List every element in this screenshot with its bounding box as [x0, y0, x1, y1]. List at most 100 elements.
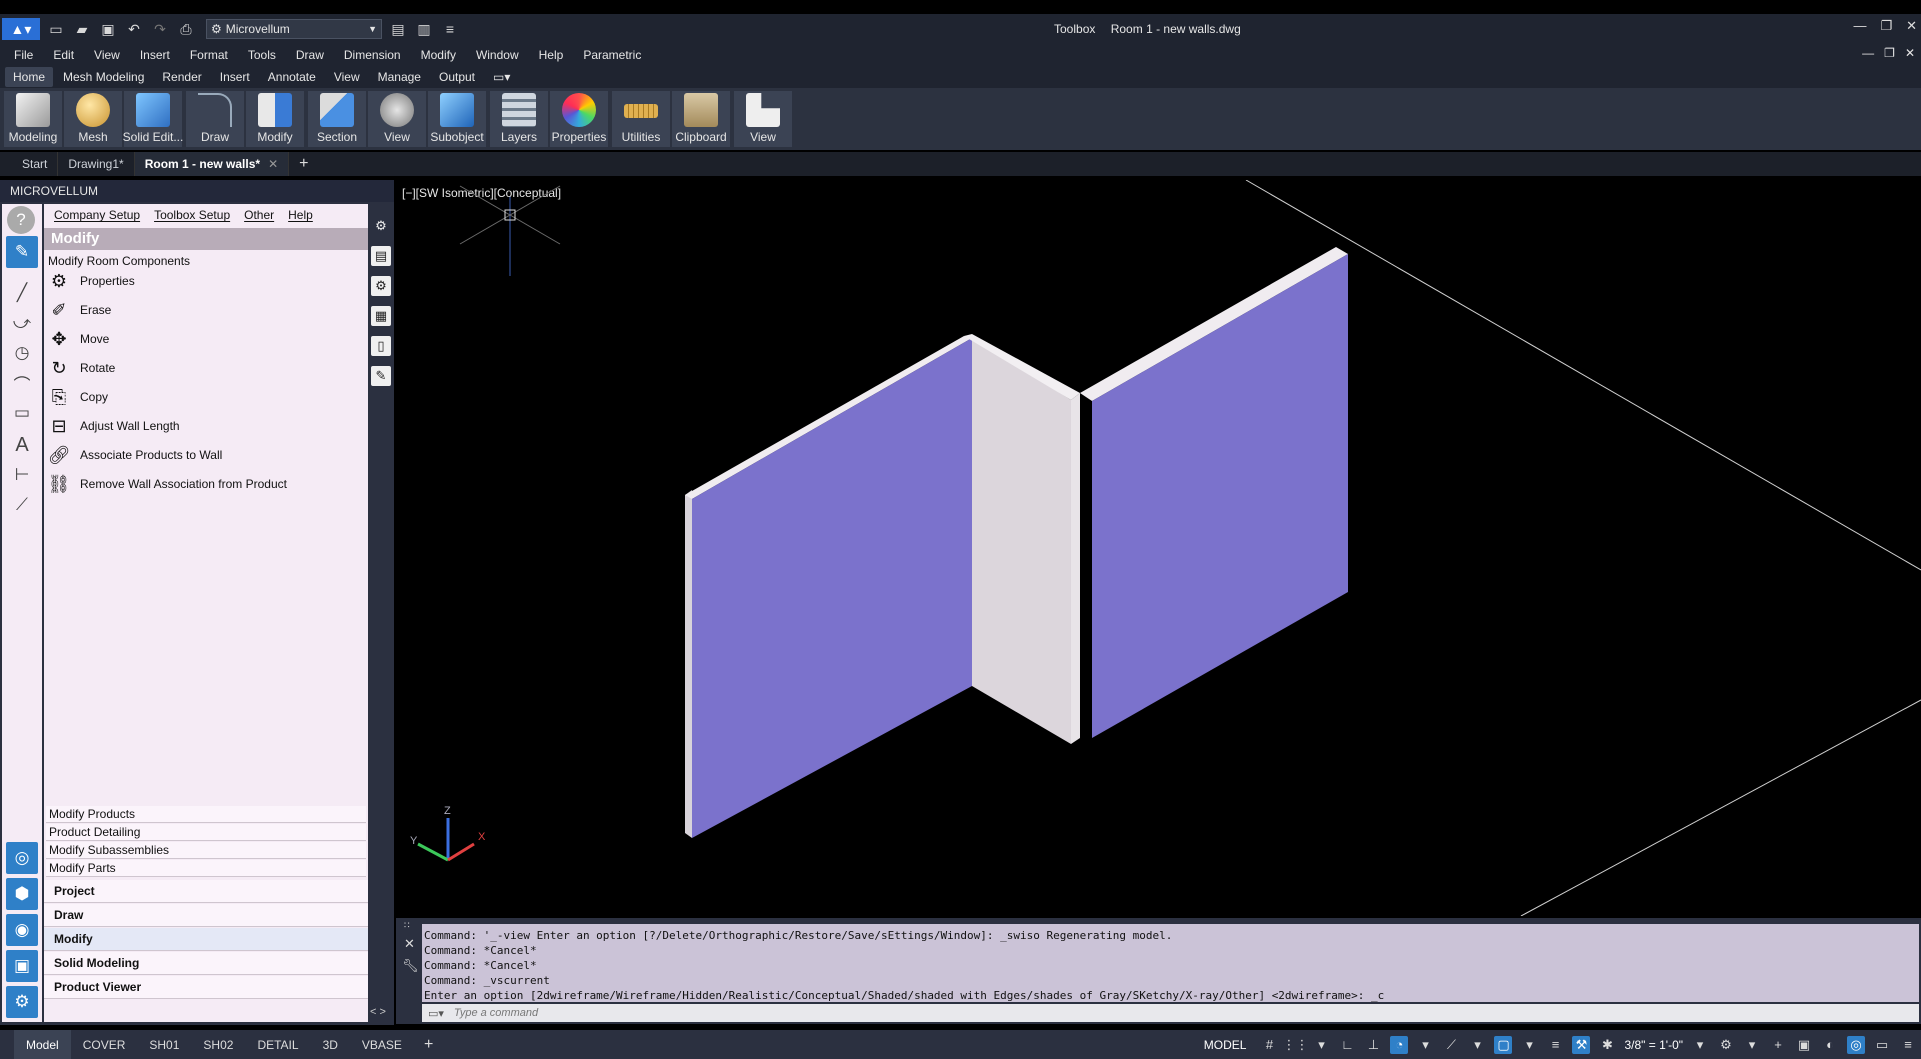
cmd-remove-association[interactable]: ⛓︎ Remove Wall Association from Product	[46, 471, 287, 497]
clean-screen-icon[interactable]: ◎	[1847, 1035, 1865, 1054]
cmd-copy[interactable]: ⎘ Copy	[46, 384, 108, 410]
wrench-icon[interactable]: 🔧︎	[402, 958, 419, 974]
doc-tab-room1[interactable]: Room 1 - new walls* ✕	[134, 152, 290, 176]
circle-icon[interactable]: ◷	[9, 340, 35, 366]
tab-render[interactable]: Render	[154, 67, 209, 87]
panel-draw[interactable]: Draw	[186, 91, 244, 147]
new-tab-icon[interactable]: +	[299, 155, 308, 173]
rectangle-icon[interactable]: ▭	[9, 400, 35, 426]
object-snap-icon[interactable]: ▢	[1494, 1035, 1513, 1054]
page-icon[interactable]: ▯	[371, 336, 391, 356]
dimension-icon[interactable]: ⊢	[9, 462, 35, 488]
tab-insert[interactable]: Insert	[212, 67, 258, 87]
hardware-acceleration-icon[interactable]: ▣	[1795, 1036, 1813, 1054]
polyline-icon[interactable]: ⤻	[9, 310, 35, 336]
menu-modify[interactable]: Modify	[421, 48, 456, 62]
print-icon[interactable]: ⎙	[176, 19, 196, 39]
panel-layers[interactable]: Layers	[490, 91, 548, 147]
sub-modify-parts[interactable]: Modify Parts	[46, 860, 366, 877]
layout-tab-model[interactable]: Model	[14, 1030, 71, 1059]
tab-output[interactable]: Output	[431, 67, 483, 87]
ortho-icon[interactable]: ∟	[1338, 1036, 1356, 1054]
doc-tab-start[interactable]: Start	[12, 152, 59, 176]
tab-annotate[interactable]: Annotate	[260, 67, 324, 87]
cmd-move[interactable]: ✥ Move	[46, 326, 109, 352]
chevron-down-icon[interactable]: ▾	[1468, 1036, 1486, 1054]
category-draw[interactable]: Draw	[44, 904, 368, 927]
save-as-icon[interactable]: ▤	[388, 19, 408, 39]
menu-view[interactable]: View	[94, 48, 120, 62]
menu-edit[interactable]: Edit	[53, 48, 74, 62]
settings-icon[interactable]: ⚙	[371, 276, 391, 296]
chevron-down-icon[interactable]: ▾	[1416, 1036, 1434, 1054]
close-icon[interactable]: ✕	[404, 936, 415, 952]
tab-manage[interactable]: Manage	[370, 67, 429, 87]
panel-modeling[interactable]: Modeling	[4, 91, 62, 147]
panel-modify[interactable]: Modify	[246, 91, 304, 147]
minimize-icon[interactable]: —	[1853, 18, 1866, 34]
doc-close-icon[interactable]: ✕	[1905, 46, 1915, 60]
command-prompt-icon[interactable]: ▭▾	[428, 1007, 444, 1020]
panel-mesh[interactable]: Mesh	[64, 91, 122, 147]
gear-icon[interactable]: ⚙	[1717, 1036, 1735, 1054]
customize-icon[interactable]: ≡	[440, 19, 460, 39]
monitor-icon[interactable]: ▣	[6, 950, 38, 982]
grid-icon[interactable]: #	[1260, 1036, 1278, 1054]
new-file-icon[interactable]: ▭	[46, 19, 66, 39]
menu-help[interactable]: Help	[539, 48, 564, 62]
isodraft-icon[interactable]: ⟋	[1442, 1036, 1460, 1054]
open-folder-icon[interactable]: ▰	[72, 19, 92, 39]
menu-parametric[interactable]: Parametric	[583, 48, 641, 62]
model-space-toggle[interactable]: MODEL	[1198, 1038, 1253, 1052]
menu-other[interactable]: Other	[244, 208, 274, 222]
sub-modify-subassemblies[interactable]: Modify Subassemblies	[46, 842, 366, 859]
workspace-select[interactable]: ⚙ Microvellum ▼	[206, 19, 382, 39]
panel-solid-edit[interactable]: Solid Edit...	[123, 91, 183, 147]
close-icon[interactable]: ✕	[268, 157, 278, 171]
add-layout-icon[interactable]: +	[414, 1036, 443, 1054]
cmd-associate-products[interactable]: 🔗︎ Associate Products to Wall	[46, 442, 223, 468]
layout-tab-sh02[interactable]: SH02	[191, 1030, 245, 1059]
grip-icon[interactable]: ∷	[404, 920, 410, 931]
doc-minimize-icon[interactable]: —	[1862, 46, 1874, 60]
pen-icon[interactable]: ✎	[371, 366, 391, 386]
panel-subobject[interactable]: Subobject	[428, 91, 486, 147]
command-input[interactable]: ▭▾ Type a command	[422, 1004, 1919, 1022]
layout-tab-3d[interactable]: 3D	[311, 1030, 350, 1059]
doc-tab-drawing1[interactable]: Drawing1*	[58, 152, 135, 176]
fullscreen-icon[interactable]: ▭	[1873, 1036, 1891, 1054]
arc-icon[interactable]: ⌒	[9, 370, 35, 396]
cmd-rotate[interactable]: ↻ Rotate	[46, 355, 115, 381]
box-icon[interactable]: ⬢	[6, 878, 38, 910]
layout-tab-cover[interactable]: COVER	[71, 1030, 138, 1059]
plus-icon[interactable]: +	[1769, 1036, 1787, 1054]
cmd-adjust-wall-length[interactable]: ⊟ Adjust Wall Length	[46, 413, 179, 439]
tab-home[interactable]: Home	[5, 67, 54, 87]
line-icon[interactable]: ╱	[9, 280, 35, 306]
menu-window[interactable]: Window	[476, 48, 519, 62]
chevron-down-icon[interactable]: ▾	[1312, 1036, 1330, 1054]
settings-icon[interactable]: ⚙	[6, 986, 38, 1018]
table-icon[interactable]: ▦	[371, 306, 391, 326]
panel-section[interactable]: Section	[308, 91, 366, 147]
app-menu-button[interactable]: ▲▾	[2, 18, 40, 40]
panel-properties[interactable]: Properties	[550, 91, 608, 147]
annotation-scale[interactable]: 3/8" = 1'-0"	[1624, 1038, 1683, 1052]
tab-mesh-modeling[interactable]: Mesh Modeling	[55, 67, 152, 87]
sub-product-detailing[interactable]: Product Detailing	[46, 824, 366, 841]
plot-icon[interactable]: ▥	[414, 19, 434, 39]
layout-tab-detail[interactable]: DETAIL	[245, 1030, 310, 1059]
category-solid-modeling[interactable]: Solid Modeling	[44, 952, 368, 975]
snap-icon[interactable]: ⋮⋮	[1282, 1036, 1308, 1054]
category-product-viewer[interactable]: Product Viewer	[44, 976, 368, 999]
layout-tab-vbase[interactable]: VBASE	[350, 1030, 414, 1059]
doc-restore-icon[interactable]: ❐	[1884, 46, 1895, 60]
panel-utilities[interactable]: Utilities	[612, 91, 670, 147]
palette-nav-arrows[interactable]: < >	[370, 1006, 386, 1018]
menu-file[interactable]: File	[14, 48, 33, 62]
ribbon-options-icon[interactable]: ▭▾	[485, 67, 518, 87]
customize-icon[interactable]: ≡	[1899, 1036, 1917, 1054]
document-icon[interactable]: ▤	[371, 246, 391, 266]
text-icon[interactable]: A	[9, 432, 35, 458]
menu-toolbox-setup[interactable]: Toolbox Setup	[154, 208, 230, 222]
